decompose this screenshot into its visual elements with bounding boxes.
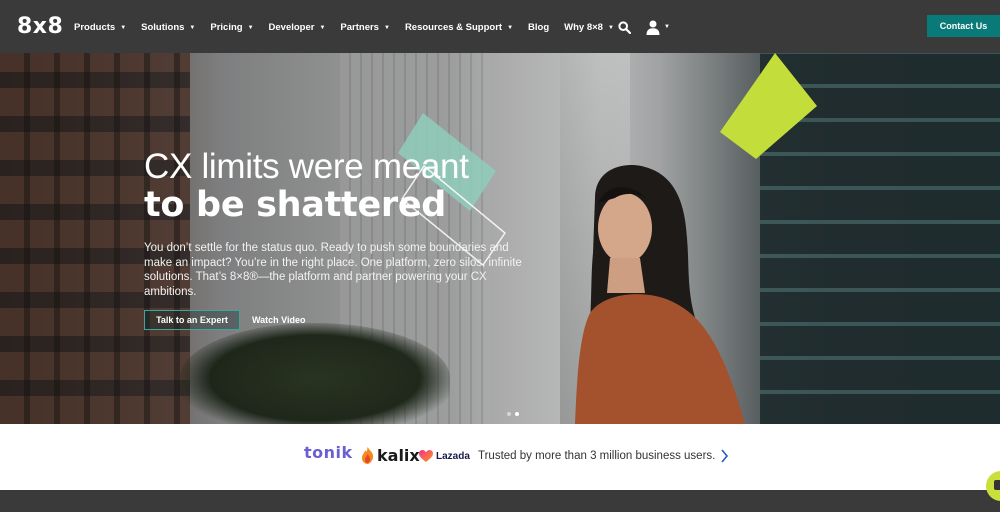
footer-strip [0,490,1000,512]
user-icon[interactable] [646,20,660,35]
logo[interactable]: 8x8 [17,14,63,39]
caret-down-icon: ▼ [507,24,514,31]
kalix-logo: kalix [361,446,420,465]
top-navigation: 8x8 Products ▼ Solutions ▼ Pricing ▼ Develo… [0,0,1000,53]
lazada-logo: Lazada [419,450,470,462]
menu-item-label: Products [74,22,116,33]
talk-to-expert-button[interactable]: Talk to an Expert [144,310,240,330]
trust-text: Trusted by more than 3 million business … [478,450,716,462]
hero-banner: CX limits were meant to be shattered You… [0,53,1000,424]
menu-item-developer[interactable]: Developer ▼ [269,22,326,33]
menu-item-label: Partners [340,22,379,33]
menu-item-resources[interactable]: Resources & Support ▼ [405,22,513,33]
menu-item-label: Why 8×8 [564,22,603,33]
heart-icon [419,450,433,462]
menu-item-products[interactable]: Products ▼ [74,22,126,33]
hero-person-image [575,165,745,424]
menu-item-pricing[interactable]: Pricing ▼ [210,22,253,33]
menu-item-label: Pricing [210,22,243,33]
trust-bar: tonik kalix Lazada Trusted by more than … [0,424,1000,490]
caret-down-icon: ▼ [189,24,196,31]
caret-down-icon: ▼ [383,24,390,31]
lazada-wordmark: Lazada [436,450,470,462]
caret-down-icon: ▼ [247,24,254,31]
caret-down-icon: ▼ [607,24,614,31]
menu-item-label: Resources & Support [404,22,503,33]
main-menu: Products ▼ Solutions ▼ Pricing ▼ Developer ▼… [74,22,629,33]
menu-item-label: Developer [268,22,315,33]
lime-shape [720,53,817,159]
menu-item-partners[interactable]: Partners ▼ [340,22,390,33]
menu-item-label: Blog [528,22,550,33]
menu-item-label: Solutions [141,22,185,33]
search-icon[interactable] [618,21,631,34]
menu-item-blog[interactable]: Blog [528,22,549,33]
carousel-dot-active[interactable] [515,412,519,416]
contact-us-button[interactable]: Contact Us [927,15,1000,37]
menu-item-solutions[interactable]: Solutions ▼ [141,22,195,33]
hero-decorative-shapes [398,53,817,267]
hero-headline: CX limits were meant to be shattered [144,147,469,226]
headline-line-2: to be shattered [144,185,447,225]
headline-line-1: CX limits were meant [144,147,469,186]
carousel-dot[interactable] [507,412,511,416]
kalix-wordmark: kalix [377,446,420,465]
watch-video-link[interactable]: Watch Video [252,315,306,325]
flame-icon [362,447,374,464]
chevron-right-icon[interactable] [720,449,729,463]
carousel-dots [507,412,519,416]
tonik-logo: tonik [304,443,353,462]
caret-down-icon: ▼ [120,24,127,31]
chat-icon [994,480,1000,490]
caret-down-icon[interactable]: ▼ [664,24,670,30]
menu-item-why-8x8[interactable]: Why 8×8 ▼ [564,22,614,33]
caret-down-icon: ▼ [319,24,326,31]
hero-subtext: You don’t settle for the status quo. Rea… [144,242,522,298]
